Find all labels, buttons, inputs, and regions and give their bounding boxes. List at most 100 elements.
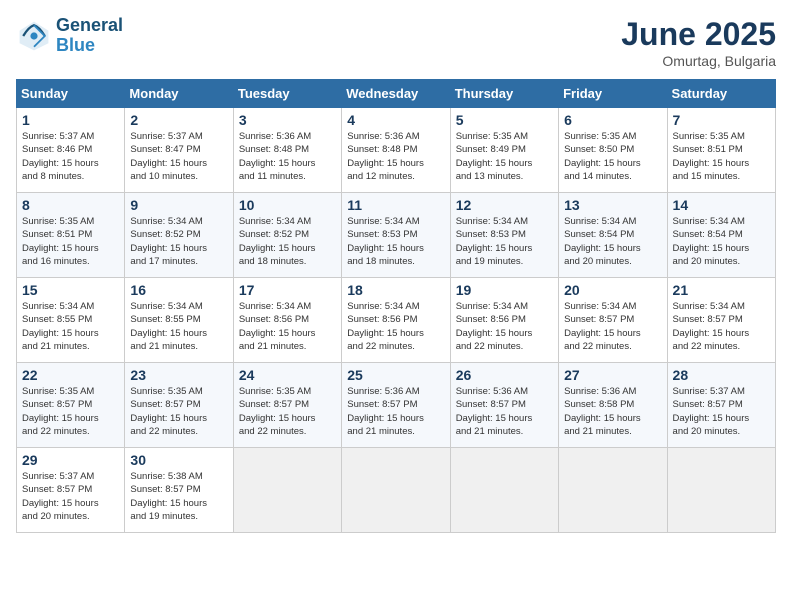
day-number: 23 — [130, 367, 227, 383]
day-number: 29 — [22, 452, 119, 468]
day-number: 4 — [347, 112, 444, 128]
column-header-tuesday: Tuesday — [233, 80, 341, 108]
day-info: Sunrise: 5:36 AMSunset: 8:58 PMDaylight:… — [564, 385, 661, 438]
calendar-cell: 20 Sunrise: 5:34 AMSunset: 8:57 PMDaylig… — [559, 278, 667, 363]
day-info: Sunrise: 5:34 AMSunset: 8:54 PMDaylight:… — [673, 215, 770, 268]
day-number: 30 — [130, 452, 227, 468]
logo-icon — [16, 18, 52, 54]
day-info: Sunrise: 5:36 AMSunset: 8:57 PMDaylight:… — [456, 385, 553, 438]
column-header-monday: Monday — [125, 80, 233, 108]
day-number: 26 — [456, 367, 553, 383]
calendar-cell: 29 Sunrise: 5:37 AMSunset: 8:57 PMDaylig… — [17, 448, 125, 533]
calendar-cell: 7 Sunrise: 5:35 AMSunset: 8:51 PMDayligh… — [667, 108, 775, 193]
calendar-cell — [342, 448, 450, 533]
calendar-cell: 6 Sunrise: 5:35 AMSunset: 8:50 PMDayligh… — [559, 108, 667, 193]
day-number: 1 — [22, 112, 119, 128]
calendar-cell: 9 Sunrise: 5:34 AMSunset: 8:52 PMDayligh… — [125, 193, 233, 278]
month-title: June 2025 — [621, 16, 776, 53]
day-info: Sunrise: 5:35 AMSunset: 8:51 PMDaylight:… — [673, 130, 770, 183]
day-info: Sunrise: 5:34 AMSunset: 8:56 PMDaylight:… — [347, 300, 444, 353]
day-info: Sunrise: 5:35 AMSunset: 8:51 PMDaylight:… — [22, 215, 119, 268]
calendar-cell — [233, 448, 341, 533]
calendar-cell: 26 Sunrise: 5:36 AMSunset: 8:57 PMDaylig… — [450, 363, 558, 448]
logo-text: General Blue — [56, 16, 123, 56]
day-info: Sunrise: 5:35 AMSunset: 8:49 PMDaylight:… — [456, 130, 553, 183]
day-info: Sunrise: 5:35 AMSunset: 8:57 PMDaylight:… — [130, 385, 227, 438]
day-info: Sunrise: 5:34 AMSunset: 8:53 PMDaylight:… — [456, 215, 553, 268]
calendar-cell: 3 Sunrise: 5:36 AMSunset: 8:48 PMDayligh… — [233, 108, 341, 193]
day-number: 22 — [22, 367, 119, 383]
day-number: 14 — [673, 197, 770, 213]
column-header-thursday: Thursday — [450, 80, 558, 108]
calendar-cell: 21 Sunrise: 5:34 AMSunset: 8:57 PMDaylig… — [667, 278, 775, 363]
day-number: 15 — [22, 282, 119, 298]
day-number: 11 — [347, 197, 444, 213]
column-header-friday: Friday — [559, 80, 667, 108]
calendar-cell: 14 Sunrise: 5:34 AMSunset: 8:54 PMDaylig… — [667, 193, 775, 278]
calendar-cell: 2 Sunrise: 5:37 AMSunset: 8:47 PMDayligh… — [125, 108, 233, 193]
day-number: 12 — [456, 197, 553, 213]
day-info: Sunrise: 5:37 AMSunset: 8:57 PMDaylight:… — [22, 470, 119, 523]
calendar-cell: 5 Sunrise: 5:35 AMSunset: 8:49 PMDayligh… — [450, 108, 558, 193]
day-number: 7 — [673, 112, 770, 128]
day-info: Sunrise: 5:35 AMSunset: 8:57 PMDaylight:… — [22, 385, 119, 438]
day-number: 17 — [239, 282, 336, 298]
calendar-cell: 10 Sunrise: 5:34 AMSunset: 8:52 PMDaylig… — [233, 193, 341, 278]
day-number: 18 — [347, 282, 444, 298]
day-number: 27 — [564, 367, 661, 383]
day-info: Sunrise: 5:36 AMSunset: 8:57 PMDaylight:… — [347, 385, 444, 438]
day-number: 6 — [564, 112, 661, 128]
day-info: Sunrise: 5:34 AMSunset: 8:56 PMDaylight:… — [239, 300, 336, 353]
header: General Blue June 2025 Omurtag, Bulgaria — [16, 16, 776, 69]
calendar-cell: 23 Sunrise: 5:35 AMSunset: 8:57 PMDaylig… — [125, 363, 233, 448]
day-info: Sunrise: 5:38 AMSunset: 8:57 PMDaylight:… — [130, 470, 227, 523]
day-number: 16 — [130, 282, 227, 298]
logo: General Blue — [16, 16, 123, 56]
day-info: Sunrise: 5:34 AMSunset: 8:55 PMDaylight:… — [130, 300, 227, 353]
day-number: 2 — [130, 112, 227, 128]
day-number: 21 — [673, 282, 770, 298]
calendar-cell — [450, 448, 558, 533]
calendar-cell: 8 Sunrise: 5:35 AMSunset: 8:51 PMDayligh… — [17, 193, 125, 278]
day-info: Sunrise: 5:35 AMSunset: 8:57 PMDaylight:… — [239, 385, 336, 438]
day-number: 25 — [347, 367, 444, 383]
day-info: Sunrise: 5:34 AMSunset: 8:52 PMDaylight:… — [239, 215, 336, 268]
day-number: 20 — [564, 282, 661, 298]
calendar-cell: 13 Sunrise: 5:34 AMSunset: 8:54 PMDaylig… — [559, 193, 667, 278]
day-number: 13 — [564, 197, 661, 213]
day-info: Sunrise: 5:36 AMSunset: 8:48 PMDaylight:… — [239, 130, 336, 183]
column-header-saturday: Saturday — [667, 80, 775, 108]
day-info: Sunrise: 5:34 AMSunset: 8:57 PMDaylight:… — [564, 300, 661, 353]
calendar-table: SundayMondayTuesdayWednesdayThursdayFrid… — [16, 79, 776, 533]
calendar-cell: 4 Sunrise: 5:36 AMSunset: 8:48 PMDayligh… — [342, 108, 450, 193]
calendar-cell: 16 Sunrise: 5:34 AMSunset: 8:55 PMDaylig… — [125, 278, 233, 363]
day-info: Sunrise: 5:34 AMSunset: 8:55 PMDaylight:… — [22, 300, 119, 353]
calendar-cell: 15 Sunrise: 5:34 AMSunset: 8:55 PMDaylig… — [17, 278, 125, 363]
calendar-cell — [667, 448, 775, 533]
calendar-cell: 28 Sunrise: 5:37 AMSunset: 8:57 PMDaylig… — [667, 363, 775, 448]
day-number: 10 — [239, 197, 336, 213]
day-info: Sunrise: 5:34 AMSunset: 8:57 PMDaylight:… — [673, 300, 770, 353]
day-number: 24 — [239, 367, 336, 383]
calendar-cell: 19 Sunrise: 5:34 AMSunset: 8:56 PMDaylig… — [450, 278, 558, 363]
day-info: Sunrise: 5:37 AMSunset: 8:47 PMDaylight:… — [130, 130, 227, 183]
day-info: Sunrise: 5:37 AMSunset: 8:57 PMDaylight:… — [673, 385, 770, 438]
day-number: 5 — [456, 112, 553, 128]
day-number: 28 — [673, 367, 770, 383]
calendar-cell: 25 Sunrise: 5:36 AMSunset: 8:57 PMDaylig… — [342, 363, 450, 448]
day-info: Sunrise: 5:34 AMSunset: 8:52 PMDaylight:… — [130, 215, 227, 268]
day-info: Sunrise: 5:34 AMSunset: 8:56 PMDaylight:… — [456, 300, 553, 353]
day-number: 19 — [456, 282, 553, 298]
calendar-cell: 17 Sunrise: 5:34 AMSunset: 8:56 PMDaylig… — [233, 278, 341, 363]
day-number: 9 — [130, 197, 227, 213]
day-number: 3 — [239, 112, 336, 128]
day-info: Sunrise: 5:34 AMSunset: 8:53 PMDaylight:… — [347, 215, 444, 268]
calendar-cell: 11 Sunrise: 5:34 AMSunset: 8:53 PMDaylig… — [342, 193, 450, 278]
day-number: 8 — [22, 197, 119, 213]
day-info: Sunrise: 5:35 AMSunset: 8:50 PMDaylight:… — [564, 130, 661, 183]
day-info: Sunrise: 5:36 AMSunset: 8:48 PMDaylight:… — [347, 130, 444, 183]
calendar-cell: 24 Sunrise: 5:35 AMSunset: 8:57 PMDaylig… — [233, 363, 341, 448]
calendar-cell: 27 Sunrise: 5:36 AMSunset: 8:58 PMDaylig… — [559, 363, 667, 448]
calendar-cell: 1 Sunrise: 5:37 AMSunset: 8:46 PMDayligh… — [17, 108, 125, 193]
calendar-cell: 12 Sunrise: 5:34 AMSunset: 8:53 PMDaylig… — [450, 193, 558, 278]
